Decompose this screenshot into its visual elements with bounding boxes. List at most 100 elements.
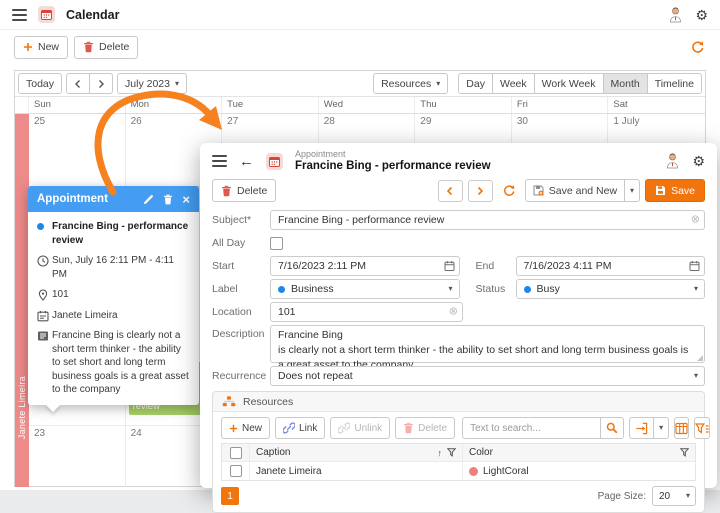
export-dropdown[interactable]: ▾ [653, 417, 669, 439]
tooltip-description: Francine Bing is clearly not a short ter… [52, 329, 190, 397]
clear-icon[interactable]: ⊗ [449, 307, 458, 318]
all-day-checkbox[interactable] [270, 237, 283, 250]
resource-delete-button[interactable]: Delete [395, 417, 455, 439]
resource-unlink-button[interactable]: Unlink [330, 417, 390, 439]
user-avatar[interactable] [666, 153, 679, 169]
day-header: Sun [29, 97, 126, 113]
color-column-header[interactable]: Color [463, 444, 695, 461]
save-and-new-label: Save and New [549, 185, 617, 197]
location-input[interactable] [270, 302, 463, 322]
label-select[interactable]: Business▾ [270, 279, 460, 299]
row-checkbox[interactable] [230, 465, 242, 477]
refresh-button[interactable] [686, 36, 708, 58]
calendar-nav: Today July 2023▾ Resources▾ Day Week Wor… [15, 71, 705, 97]
filter-funnel-icon[interactable] [447, 448, 456, 457]
delete-button-label: Delete [237, 185, 267, 197]
column-chooser-button[interactable] [674, 417, 689, 439]
back-button[interactable]: ← [239, 154, 254, 169]
view-week-button[interactable]: Week [492, 73, 535, 94]
resource-link-button[interactable]: Link [275, 417, 325, 439]
status-select[interactable]: Busy▾ [516, 279, 706, 299]
view-month-button[interactable]: Month [603, 73, 648, 94]
resources-panel-title: Resources [243, 396, 293, 408]
clear-icon[interactable]: ⊗ [691, 215, 700, 226]
end-date-input[interactable] [516, 256, 706, 276]
all-day-label: All Day [212, 237, 270, 249]
save-button[interactable]: Save [645, 179, 705, 202]
previous-appointment-button[interactable] [438, 180, 463, 202]
tooltip-resource: Janete Limeira [52, 309, 118, 323]
resources-table: Caption ↑ Color Janete Limeira LightCora… [221, 443, 696, 481]
form-refresh-button[interactable] [498, 180, 520, 202]
settings-gear-icon[interactable]: ⚙ [692, 154, 705, 168]
tooltip-body: Francine Bing - performance review Sun, … [28, 212, 199, 405]
recurrence-select[interactable]: Does not repeat ▾ [270, 366, 705, 386]
settings-gear-icon[interactable]: ⚙ [695, 8, 708, 22]
period-selector[interactable]: July 2023▾ [117, 73, 187, 94]
sort-ascending-icon[interactable]: ↑ [438, 448, 443, 458]
export-button[interactable] [629, 417, 654, 439]
select-all-checkbox[interactable] [230, 447, 242, 459]
chevron-down-icon: ▾ [694, 372, 698, 380]
chevron-right-icon [476, 186, 484, 196]
description-label: Description [212, 325, 270, 340]
form-delete-button[interactable]: Delete [212, 179, 276, 202]
delete-button-label: Delete [99, 41, 129, 53]
delete-appointment-button[interactable] [163, 194, 173, 205]
location-label: Location [212, 306, 270, 318]
close-icon[interactable]: × [182, 193, 190, 206]
calendar-picker-icon[interactable] [689, 260, 700, 272]
calendar-cell[interactable]: 23 [29, 426, 126, 487]
search-input[interactable] [462, 417, 600, 439]
resources-panel-header: Resources [213, 392, 704, 412]
column-chooser-icon [675, 422, 688, 435]
filter-funnel-icon[interactable] [680, 448, 689, 457]
chevron-down-icon: ▾ [436, 80, 440, 88]
save-and-new-splitbutton: Save and New ▾ [525, 179, 640, 202]
start-date-input[interactable] [270, 256, 460, 276]
table-row[interactable]: Janete Limeira LightCoral [222, 462, 695, 480]
view-workweek-button[interactable]: Work Week [534, 73, 604, 94]
resize-handle[interactable] [697, 355, 703, 361]
status-label: Status [460, 283, 516, 295]
next-button[interactable] [89, 73, 113, 94]
page-size-select[interactable]: 20▾ [652, 486, 696, 506]
view-label: Timeline [655, 78, 694, 90]
tooltip-title: Appointment [37, 193, 134, 205]
subject-input[interactable] [270, 210, 705, 230]
day-header: Wed [319, 97, 416, 113]
user-avatar[interactable] [669, 7, 682, 23]
view-day-button[interactable]: Day [458, 73, 493, 94]
today-button[interactable]: Today [18, 73, 62, 94]
tooltip-subject: Francine Bing - performance review [52, 220, 190, 247]
menu-icon[interactable] [212, 155, 227, 167]
menu-icon[interactable] [12, 9, 27, 21]
resources-selector[interactable]: Resources▾ [373, 73, 448, 94]
edit-appointment-button[interactable] [143, 194, 154, 205]
filter-row-toggle-button[interactable] [694, 417, 710, 439]
save-and-new-dropdown[interactable]: ▾ [624, 179, 640, 202]
today-label: Today [26, 78, 54, 90]
page-1-button[interactable]: 1 [221, 487, 239, 505]
notes-icon [37, 329, 52, 397]
description-textarea[interactable]: Francine Bing is clearly not a short ter… [270, 325, 705, 363]
search-button[interactable] [600, 417, 624, 439]
calendar-picker-icon[interactable] [444, 260, 455, 272]
save-icon [533, 185, 544, 196]
day-header-row: Sun Mon Tue Wed Thu Fri Sat [15, 97, 705, 114]
view-label: Week [500, 78, 527, 90]
delete-button[interactable]: Delete [74, 36, 138, 59]
prev-button[interactable] [66, 73, 90, 94]
recurrence-value: Does not repeat [278, 370, 353, 382]
color-name-cell: LightCoral [483, 466, 529, 477]
caption-column-header[interactable]: Caption ↑ [250, 444, 463, 461]
next-appointment-button[interactable] [468, 180, 493, 202]
calendar-cell[interactable]: 25 [29, 114, 126, 187]
command-bar: New Delete [0, 30, 720, 64]
trash-icon [403, 422, 414, 434]
resource-new-button[interactable]: New [221, 417, 270, 439]
page-title: Calendar [66, 8, 120, 22]
new-button[interactable]: New [14, 36, 68, 59]
save-and-new-button[interactable]: Save and New [525, 179, 625, 202]
view-timeline-button[interactable]: Timeline [647, 73, 702, 94]
